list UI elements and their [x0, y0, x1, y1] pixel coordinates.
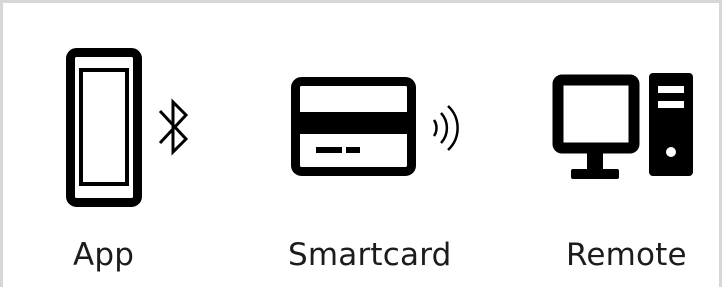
option-label: App: [73, 237, 135, 273]
option-label: Remote: [566, 237, 687, 273]
desktop-computer-icon: [552, 73, 693, 179]
contactless-icon: [432, 105, 459, 151]
option-smartcard[interactable]: Smartcard: [283, 43, 483, 283]
options-panel: App Smartcard Remote: [0, 0, 722, 287]
phone-icon: [66, 48, 142, 207]
option-label: Smartcard: [288, 237, 452, 273]
smartcard-icon: [291, 77, 416, 176]
option-remote[interactable]: Remote: [548, 43, 718, 283]
bluetooth-icon: [158, 98, 189, 156]
option-app[interactable]: App: [58, 43, 208, 283]
